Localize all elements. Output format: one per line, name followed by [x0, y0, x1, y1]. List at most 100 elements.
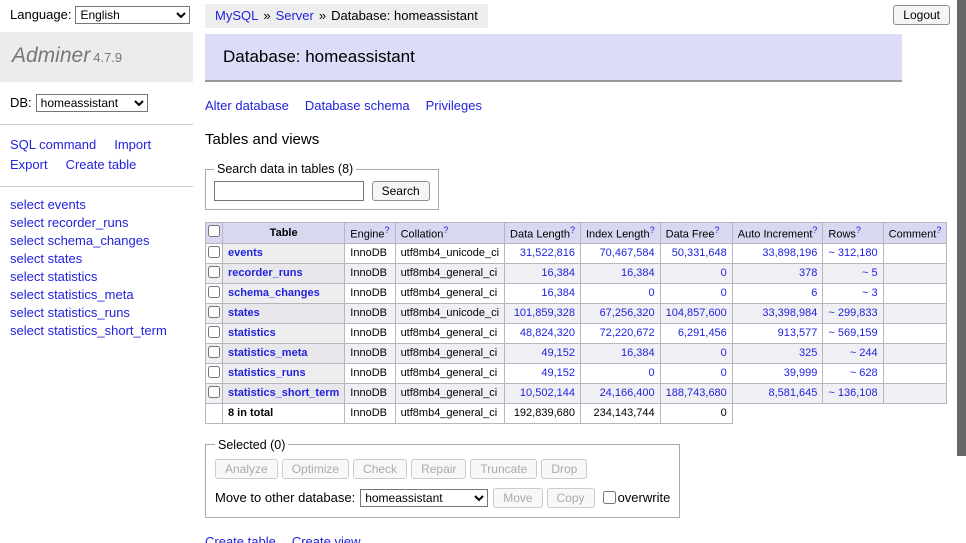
sidebar-select-link[interactable]: select recorder_runs [10, 216, 183, 229]
row-checkbox[interactable] [208, 346, 220, 358]
table-link[interactable]: states [228, 307, 260, 319]
data-length-link[interactable]: 48,824,320 [520, 327, 575, 339]
data-length-link[interactable]: 101,859,328 [514, 307, 575, 319]
scrollbar-track[interactable] [957, 0, 966, 543]
table-link[interactable]: statistics_short_term [228, 387, 339, 399]
data-free-link[interactable]: 188,743,680 [666, 387, 727, 399]
search-input[interactable] [214, 181, 364, 201]
data-length-link[interactable]: 16,384 [541, 267, 575, 279]
breadcrumb-mysql-link[interactable]: MySQL [215, 8, 258, 23]
index-length-link[interactable]: 16,384 [621, 267, 655, 279]
index-length-link[interactable]: 70,467,584 [600, 247, 655, 259]
data-free-link[interactable]: 50,331,648 [672, 247, 727, 259]
overwrite-checkbox[interactable] [603, 491, 616, 504]
auto-increment-link[interactable]: 913,577 [778, 327, 818, 339]
sidebar-select-link[interactable]: select events [10, 198, 183, 211]
row-checkbox[interactable] [208, 286, 220, 298]
rows-link[interactable]: ~ 136,108 [828, 387, 877, 399]
alter-database-link[interactable]: Alter database [205, 98, 289, 113]
rows-link[interactable]: ~ 312,180 [828, 247, 877, 259]
privileges-link[interactable]: Privileges [426, 98, 482, 113]
sidebar-select-link[interactable]: select statistics [10, 270, 183, 283]
index-length-link[interactable]: 16,384 [621, 347, 655, 359]
rows-link[interactable]: ~ 628 [850, 367, 878, 379]
language-select[interactable]: English [75, 6, 190, 24]
analyze-button[interactable]: Analyze [215, 459, 278, 479]
select-all-checkbox[interactable] [208, 225, 220, 237]
logout-button[interactable]: Logout [893, 5, 950, 25]
row-checkbox[interactable] [208, 366, 220, 378]
create-table-link-main[interactable]: Create table [205, 534, 276, 543]
column-help-link[interactable]: ? [650, 225, 655, 235]
auto-increment-link[interactable]: 325 [799, 347, 817, 359]
scrollbar-thumb[interactable] [957, 0, 966, 456]
move-db-select[interactable]: homeassistant [360, 489, 488, 507]
row-checkbox[interactable] [208, 306, 220, 318]
breadcrumb-server-link[interactable]: Server [276, 8, 314, 23]
sidebar-select-link[interactable]: select states [10, 252, 183, 265]
data-free-link[interactable]: 0 [721, 267, 727, 279]
auto-increment-link[interactable]: 33,398,984 [762, 307, 817, 319]
row-checkbox[interactable] [208, 266, 220, 278]
rows-link[interactable]: ~ 3 [862, 287, 878, 299]
sidebar-select-link[interactable]: select statistics_runs [10, 306, 183, 319]
create-table-link[interactable]: Create table [66, 157, 137, 172]
data-length-link[interactable]: 10,502,144 [520, 387, 575, 399]
index-length-link[interactable]: 72,220,672 [600, 327, 655, 339]
repair-button[interactable]: Repair [411, 459, 466, 479]
row-checkbox[interactable] [208, 246, 220, 258]
optimize-button[interactable]: Optimize [282, 459, 349, 479]
column-help-link[interactable]: ? [936, 225, 941, 235]
data-length-link[interactable]: 16,384 [541, 287, 575, 299]
adminer-logo-link[interactable]: Adminer4.7.9 [12, 50, 122, 65]
index-length-link[interactable]: 24,166,400 [600, 387, 655, 399]
table-link[interactable]: statistics [228, 327, 276, 339]
sql-command-link[interactable]: SQL command [10, 137, 96, 152]
rows-link[interactable]: ~ 244 [850, 347, 878, 359]
table-link[interactable]: statistics_runs [228, 367, 306, 379]
column-help-link[interactable]: ? [443, 225, 448, 235]
sidebar-select-link[interactable]: select schema_changes [10, 234, 183, 247]
column-help-link[interactable]: ? [812, 225, 817, 235]
auto-increment-link[interactable]: 33,898,196 [762, 247, 817, 259]
drop-button[interactable]: Drop [541, 459, 587, 479]
row-checkbox[interactable] [208, 386, 220, 398]
data-length-link[interactable]: 49,152 [541, 367, 575, 379]
search-button[interactable]: Search [372, 181, 430, 201]
auto-increment-link[interactable]: 39,999 [784, 367, 818, 379]
truncate-button[interactable]: Truncate [470, 459, 537, 479]
table-link[interactable]: schema_changes [228, 287, 320, 299]
column-help-link[interactable]: ? [715, 225, 720, 235]
column-help-link[interactable]: ? [856, 225, 861, 235]
auto-increment-link[interactable]: 6 [811, 287, 817, 299]
sidebar-select-link[interactable]: select statistics_short_term [10, 324, 183, 337]
create-view-link[interactable]: Create view [292, 534, 361, 543]
copy-button[interactable]: Copy [547, 488, 595, 508]
index-length-link[interactable]: 0 [649, 287, 655, 299]
database-schema-link[interactable]: Database schema [305, 98, 410, 113]
index-length-link[interactable]: 67,256,320 [600, 307, 655, 319]
column-help-link[interactable]: ? [570, 225, 575, 235]
rows-link[interactable]: ~ 569,159 [828, 327, 877, 339]
rows-link[interactable]: ~ 5 [862, 267, 878, 279]
data-length-link[interactable]: 31,522,816 [520, 247, 575, 259]
import-link[interactable]: Import [114, 137, 151, 152]
row-checkbox[interactable] [208, 326, 220, 338]
table-link[interactable]: recorder_runs [228, 267, 303, 279]
data-free-link[interactable]: 0 [721, 367, 727, 379]
data-free-link[interactable]: 6,291,456 [678, 327, 727, 339]
data-free-link[interactable]: 0 [721, 347, 727, 359]
export-link[interactable]: Export [10, 157, 48, 172]
data-length-link[interactable]: 49,152 [541, 347, 575, 359]
table-link[interactable]: statistics_meta [228, 347, 308, 359]
auto-increment-link[interactable]: 378 [799, 267, 817, 279]
rows-link[interactable]: ~ 299,833 [828, 307, 877, 319]
move-button[interactable]: Move [493, 488, 542, 508]
table-link[interactable]: events [228, 247, 263, 259]
auto-increment-link[interactable]: 8,581,645 [768, 387, 817, 399]
column-help-link[interactable]: ? [385, 225, 390, 235]
check-button[interactable]: Check [353, 459, 407, 479]
data-free-link[interactable]: 0 [721, 287, 727, 299]
index-length-link[interactable]: 0 [649, 367, 655, 379]
sidebar-select-link[interactable]: select statistics_meta [10, 288, 183, 301]
